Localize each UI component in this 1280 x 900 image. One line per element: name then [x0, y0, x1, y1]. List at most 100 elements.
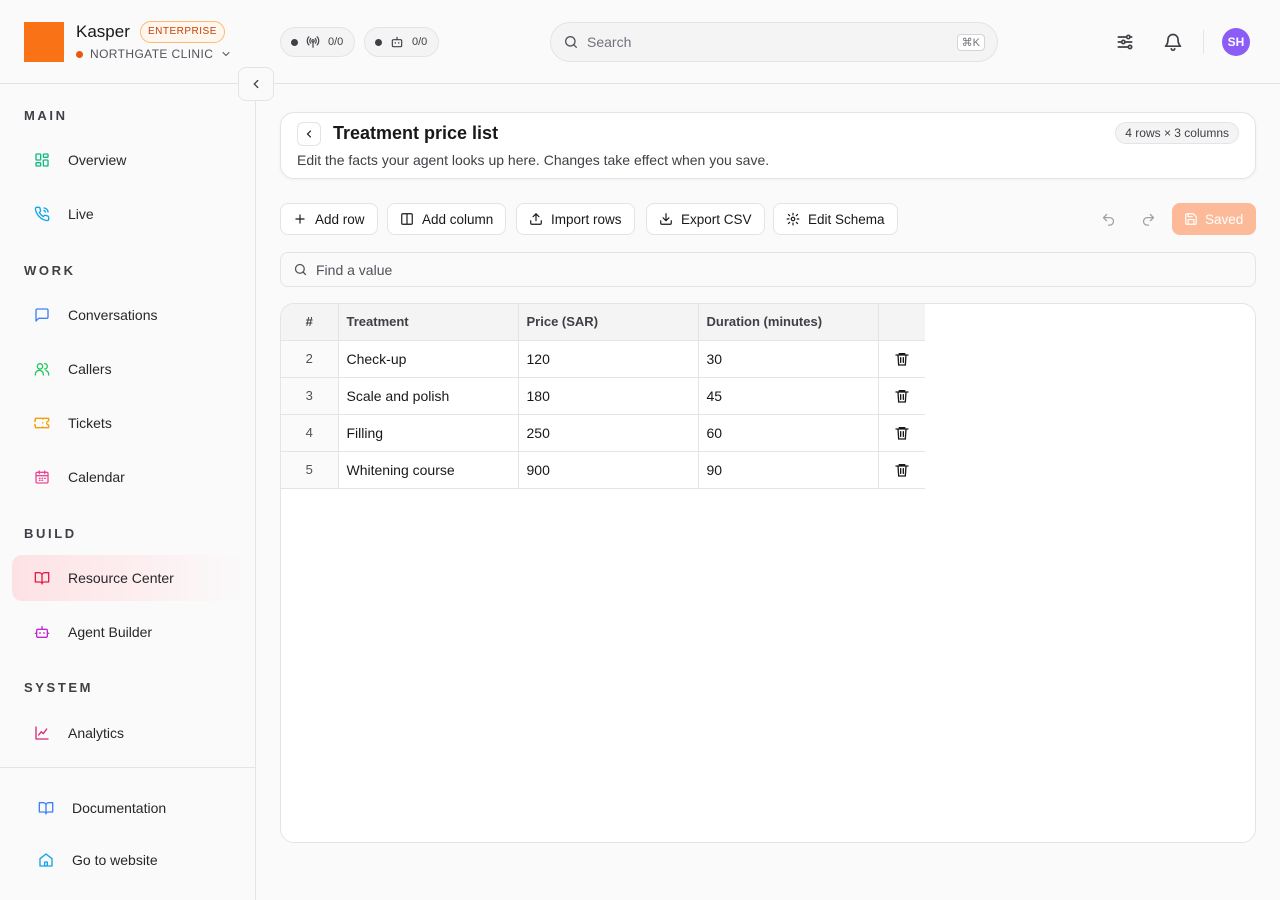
button-label: Add column [422, 211, 494, 227]
button-label: Saved [1205, 211, 1244, 227]
sidebar-item-go-to-website[interactable]: Go to website [12, 837, 244, 883]
sidebar-item-resource-center[interactable]: Resource Center [12, 555, 244, 601]
table-cell[interactable]: Scale and polish [338, 377, 519, 415]
sidebar-item-live[interactable]: Live [12, 191, 244, 237]
row-actions [878, 451, 925, 489]
sliders-icon [1117, 34, 1133, 50]
status-dot [375, 38, 382, 46]
table-cell[interactable]: 250 [518, 414, 699, 452]
column-header-row-number: # [281, 304, 339, 341]
app-name: Kasper [76, 22, 130, 41]
table-cell[interactable]: 180 [518, 377, 699, 415]
search-icon [294, 263, 307, 276]
delete-row-button[interactable] [892, 423, 912, 443]
notifications-button[interactable] [1161, 30, 1185, 54]
delete-row-button[interactable] [892, 349, 912, 369]
edit-schema-button[interactable]: Edit Schema [773, 203, 898, 235]
search-input[interactable] [587, 34, 957, 50]
table-size-badge: 4 rows × 3 columns [1115, 122, 1239, 144]
export-csv-button[interactable]: Export CSV [646, 203, 765, 235]
org-switcher[interactable]: NORTHGATE CLINIC [76, 47, 232, 61]
bot-icon [34, 626, 50, 638]
table-cell[interactable]: 60 [698, 414, 879, 452]
undo-icon [1102, 213, 1114, 226]
sidebar-item-label: Live [68, 206, 94, 222]
find-value-input[interactable] [316, 261, 1243, 278]
plan-badge: ENTERPRISE [140, 21, 225, 43]
bell-icon [1164, 33, 1182, 52]
undo-button[interactable] [1096, 207, 1120, 231]
table-cell[interactable]: Check-up [338, 340, 519, 378]
user-avatar[interactable]: SH [1222, 28, 1250, 56]
plus-icon [295, 214, 305, 224]
brand-logo[interactable] [24, 22, 64, 62]
download-icon [660, 213, 672, 225]
row-number: 4 [281, 414, 339, 452]
page-title: Treatment price list [333, 123, 499, 143]
page-header-card: Treatment price list 4 rows × 3 columns … [280, 112, 1256, 179]
sidebar-item-documentation[interactable]: Documentation [12, 785, 244, 831]
sidebar-item-callers[interactable]: Callers [12, 346, 244, 392]
sidebar-item-tickets[interactable]: Tickets [12, 400, 244, 446]
antenna-icon [306, 36, 320, 48]
sidebar-item-label: Analytics [68, 725, 125, 741]
org-status-dot [76, 50, 83, 58]
add-row-button[interactable]: Add row [280, 203, 378, 235]
global-search[interactable]: ⌘K [550, 22, 998, 62]
table-cell[interactable]: 45 [698, 377, 879, 415]
section-label-system: SYSTEM [24, 680, 94, 695]
sidebar-item-label: Callers [68, 361, 112, 377]
column-header-price[interactable]: Price (SAR) [518, 304, 699, 341]
save-button[interactable]: Saved [1172, 203, 1256, 235]
bot-icon [391, 36, 403, 48]
search-icon [565, 36, 577, 48]
section-label-work: WORK [24, 263, 76, 278]
active-calls-value: 0/0 [328, 36, 344, 48]
chart-line-icon [35, 726, 49, 740]
table-cell[interactable]: 900 [518, 451, 699, 489]
table-row: 3 Scale and polish 180 45 [281, 377, 925, 415]
sidebar-item-label: Conversations [68, 307, 158, 323]
redo-button[interactable] [1136, 207, 1160, 231]
active-agents-stat[interactable]: 0/0 [364, 27, 440, 57]
row-number: 5 [281, 451, 339, 489]
column-header-duration[interactable]: Duration (minutes) [698, 304, 879, 341]
sidebar-item-analytics[interactable]: Analytics [12, 710, 244, 756]
import-rows-button[interactable]: Import rows [516, 203, 635, 235]
sidebar-item-overview[interactable]: Overview [12, 137, 244, 183]
row-number: 2 [281, 340, 339, 378]
status-dot [291, 38, 298, 46]
sidebar-item-agent-builder[interactable]: Agent Builder [12, 609, 244, 655]
org-name: NORTHGATE CLINIC [90, 47, 214, 61]
save-icon [1185, 213, 1197, 225]
find-value-search[interactable] [280, 252, 1256, 287]
chevron-left-icon [306, 130, 312, 138]
delete-row-button[interactable] [892, 386, 912, 406]
section-label-build: BUILD [24, 526, 77, 541]
calendar-icon [35, 470, 49, 484]
active-calls-stat[interactable]: 0/0 [280, 27, 356, 57]
table-cell[interactable]: 90 [698, 451, 879, 489]
data-table: # Treatment Price (SAR) Duration (minute… [281, 304, 925, 489]
sidebar-item-conversations[interactable]: Conversations [12, 292, 244, 338]
sidebar: MAIN Overview Live WORK Conversations Ca… [0, 84, 256, 900]
book-open-icon [38, 802, 54, 815]
sidebar-item-label: Documentation [72, 800, 167, 816]
table-cell[interactable]: 30 [698, 340, 879, 378]
table-cell[interactable]: Filling [338, 414, 519, 452]
delete-row-button[interactable] [892, 460, 912, 480]
back-button[interactable] [297, 122, 321, 146]
add-column-button[interactable]: Add column [387, 203, 507, 235]
table-cell[interactable]: 120 [518, 340, 699, 378]
divider [0, 767, 255, 768]
upload-icon [530, 213, 542, 225]
button-label: Import rows [551, 211, 622, 227]
users-icon [34, 363, 50, 376]
ticket-icon [34, 417, 50, 429]
collapse-sidebar-button[interactable] [238, 67, 274, 101]
filters-button[interactable] [1113, 30, 1137, 54]
divider [1203, 30, 1204, 54]
sidebar-item-calendar[interactable]: Calendar [12, 454, 244, 500]
column-header-treatment[interactable]: Treatment [338, 304, 519, 341]
table-cell[interactable]: Whitening course [338, 451, 519, 489]
